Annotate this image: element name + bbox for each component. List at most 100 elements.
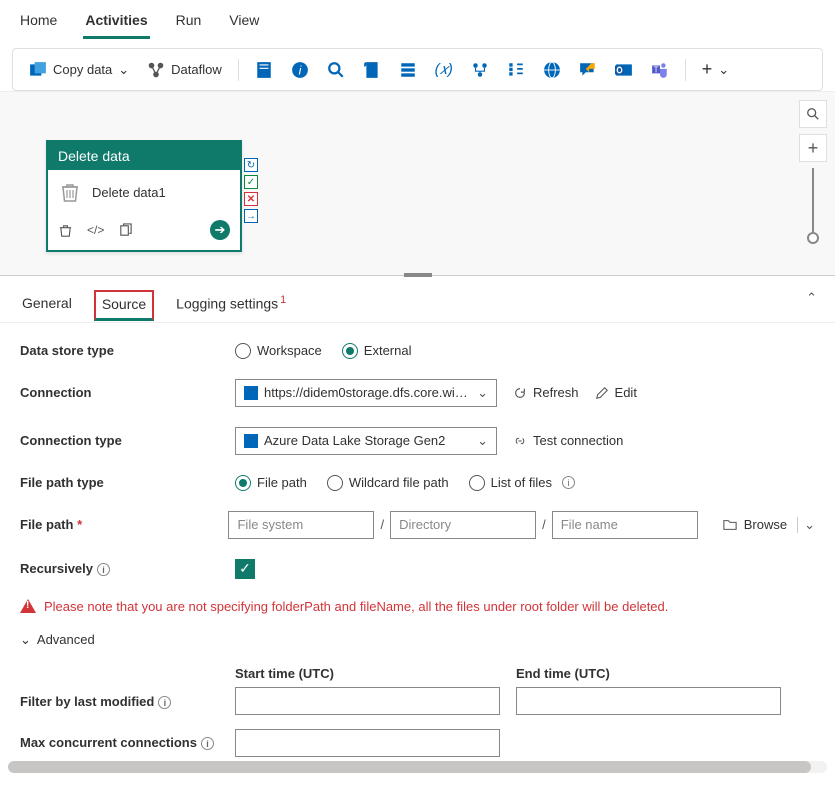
edit-button[interactable]: Edit xyxy=(595,385,637,400)
edit-label: Edit xyxy=(615,385,637,400)
start-time-input[interactable] xyxy=(235,687,500,715)
nav-view[interactable]: View xyxy=(227,8,261,39)
data-store-type-label: Data store type xyxy=(20,343,235,358)
directory-input[interactable] xyxy=(390,511,536,539)
zoom-slider-handle[interactable] xyxy=(807,232,819,244)
warning-message: Please note that you are not specifying … xyxy=(20,599,815,614)
file-path-group: / / Browse ⌄ xyxy=(228,511,815,539)
tab-logging-badge: 1 xyxy=(280,294,286,306)
refresh-button[interactable]: Refresh xyxy=(513,385,579,400)
top-nav: Home Activities Run View xyxy=(0,0,835,42)
add-button[interactable]: + ⌄ xyxy=(696,55,735,84)
info-icon[interactable]: i xyxy=(97,563,110,576)
horizontal-scrollbar[interactable] xyxy=(8,761,827,773)
filter-by-last-modified-label: Filter by last modifiedi xyxy=(20,694,235,715)
chevron-down-icon: ⌄ xyxy=(477,433,488,449)
source-form: Data store type Workspace External Conne… xyxy=(0,323,835,787)
zoom-slider[interactable] xyxy=(812,168,814,238)
dataflow-icon xyxy=(147,61,165,79)
copy-icon[interactable] xyxy=(118,223,133,238)
toolbar-separator xyxy=(685,59,686,81)
recursively-checkbox[interactable]: ✓ xyxy=(235,559,255,579)
browse-label: Browse xyxy=(744,517,787,532)
connector-retry-icon[interactable]: ↻ xyxy=(244,158,258,172)
copy-data-button[interactable]: Copy data ⌄ xyxy=(23,57,135,83)
delete-icon[interactable] xyxy=(58,223,73,238)
pipeline-canvas[interactable]: Delete data Delete data1 </> ➔ ↻ ✓ ✕ → + xyxy=(0,91,835,276)
nav-run[interactable]: Run xyxy=(174,8,204,39)
path-separator: / xyxy=(542,517,546,532)
scrollbar-thumb[interactable] xyxy=(8,761,811,773)
connection-label: Connection xyxy=(20,385,235,400)
connector-success-icon[interactable]: ✓ xyxy=(244,175,258,189)
path-separator: / xyxy=(380,517,384,532)
trash-icon xyxy=(58,180,82,204)
browse-chevron-icon[interactable]: ⌄ xyxy=(797,517,815,533)
chevron-down-icon: ⌄ xyxy=(477,385,488,401)
radio-workspace[interactable]: Workspace xyxy=(235,343,322,359)
connection-select[interactable]: https://didem0storage.dfs.core.wind... ⌄ xyxy=(235,379,497,407)
notebook-icon[interactable] xyxy=(249,57,279,83)
start-time-label: Start time (UTC) xyxy=(235,666,500,681)
radio-list-of-files[interactable]: List of filesi xyxy=(469,475,575,491)
run-arrow-icon[interactable]: ➔ xyxy=(210,220,230,240)
time-range-group: Start time (UTC) End time (UTC) xyxy=(235,666,781,715)
radio-external[interactable]: External xyxy=(342,343,412,359)
activity-connectors: ↻ ✓ ✕ → xyxy=(244,158,258,223)
tab-general[interactable]: General xyxy=(20,289,74,321)
search-icon[interactable] xyxy=(321,57,351,83)
data-store-type-group: Workspace External xyxy=(235,343,412,359)
activity-node-delete-data[interactable]: Delete data Delete data1 </> ➔ xyxy=(46,140,242,252)
recursively-label: Recursivelyi xyxy=(20,561,235,576)
list-icon[interactable] xyxy=(393,57,423,83)
file-system-input[interactable] xyxy=(228,511,374,539)
nav-activities[interactable]: Activities xyxy=(83,8,149,39)
end-time-input[interactable] xyxy=(516,687,781,715)
max-concurrent-input[interactable] xyxy=(235,729,500,757)
connector-completion-icon[interactable]: → xyxy=(244,209,258,223)
dataflow-label: Dataflow xyxy=(171,62,222,77)
chat-icon[interactable] xyxy=(573,57,603,83)
script-icon[interactable] xyxy=(357,57,387,83)
radio-file-path-label: File path xyxy=(257,475,307,490)
tab-source[interactable]: Source xyxy=(94,290,154,321)
info-icon[interactable]: i xyxy=(201,737,214,750)
connection-type-value: Azure Data Lake Storage Gen2 xyxy=(264,433,471,448)
collapse-panel-icon[interactable]: ⌃ xyxy=(806,290,817,306)
sort-icon[interactable] xyxy=(501,57,531,83)
chevron-down-icon: ⌄ xyxy=(718,62,729,78)
svg-text:T: T xyxy=(653,65,658,74)
globe-icon[interactable] xyxy=(537,57,567,83)
dataflow-button[interactable]: Dataflow xyxy=(141,57,228,83)
radio-file-path[interactable]: File path xyxy=(235,475,307,491)
radio-external-label: External xyxy=(364,343,412,358)
variable-icon[interactable]: (𝑥) xyxy=(429,57,459,83)
activity-node-body: Delete data1 xyxy=(48,170,240,214)
tab-logging-settings[interactable]: Logging settings1 xyxy=(174,288,288,322)
radio-wildcard[interactable]: Wildcard file path xyxy=(327,475,449,491)
advanced-label: Advanced xyxy=(37,632,95,647)
canvas-zoom-controls: + xyxy=(799,100,827,238)
chevron-down-icon: ⌄ xyxy=(20,632,31,648)
teams-icon[interactable]: T xyxy=(645,57,675,83)
info-icon[interactable]: i xyxy=(285,57,315,83)
nav-home[interactable]: Home xyxy=(18,8,59,39)
connection-type-select[interactable]: Azure Data Lake Storage Gen2 ⌄ xyxy=(235,427,497,455)
info-icon[interactable]: i xyxy=(562,476,575,489)
warning-text: Please note that you are not specifying … xyxy=(44,599,668,614)
connector-fail-icon[interactable]: ✕ xyxy=(244,192,258,206)
info-icon[interactable]: i xyxy=(158,696,171,709)
code-icon[interactable]: </> xyxy=(87,223,104,237)
browse-button[interactable]: Browse xyxy=(722,517,787,532)
zoom-in-button[interactable]: + xyxy=(799,134,827,162)
outlook-icon[interactable] xyxy=(609,57,639,83)
activity-node-footer: </> ➔ xyxy=(48,214,240,250)
test-connection-button[interactable]: Test connection xyxy=(513,433,623,448)
toolbar-separator xyxy=(238,59,239,81)
file-name-input[interactable] xyxy=(552,511,698,539)
radio-workspace-label: Workspace xyxy=(257,343,322,358)
pipeline-icon[interactable] xyxy=(465,57,495,83)
datastore-icon xyxy=(244,434,258,448)
advanced-toggle[interactable]: ⌄ Advanced xyxy=(20,632,95,648)
canvas-search-icon[interactable] xyxy=(799,100,827,128)
